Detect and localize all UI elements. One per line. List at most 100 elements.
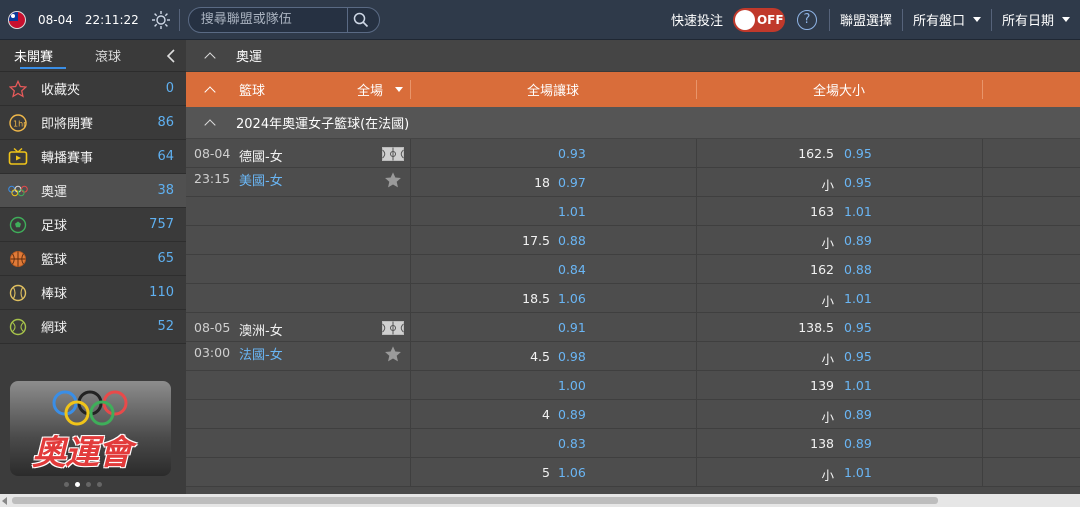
search-icon[interactable] [346, 7, 375, 32]
flag-icon[interactable] [8, 10, 26, 29]
favorite-star-icon[interactable] [384, 171, 402, 189]
handicap-odds[interactable]: 0.93 [558, 146, 586, 161]
baseball-icon [8, 283, 28, 303]
handicap-odds[interactable]: 1.06 [558, 291, 586, 306]
total-odds[interactable]: 0.89 [844, 407, 872, 422]
sport-label: 籃球 [239, 84, 266, 99]
all-markets-dropdown[interactable]: 所有盤口 [901, 8, 991, 31]
match-list: 0.93 162.5 0.95 18 0.97 小 0.95 1.01 163 1.01 17.5 0… [186, 139, 1080, 487]
quick-bet-toggle[interactable]: OFF [732, 7, 785, 32]
favorite-star-icon[interactable] [384, 345, 402, 363]
column-divider [696, 458, 697, 486]
total-odds[interactable]: 1.01 [844, 465, 872, 480]
banner-pagination [64, 482, 102, 487]
total-odds[interactable]: 0.89 [844, 436, 872, 451]
pagination-dot-active[interactable] [75, 482, 80, 487]
sidebar-item-olympics[interactable]: 奧運 38 [0, 174, 186, 208]
current-time: 22:11:22 [84, 12, 139, 27]
match-info[interactable]: 08-05 03:00 澳洲-女 法國-女 [186, 313, 410, 371]
olympics-banner[interactable]: 奧運會 [10, 381, 171, 476]
match-info[interactable]: 08-04 23:15 德國-女 美國-女 [186, 139, 410, 197]
collapse-sidebar-icon[interactable] [156, 40, 186, 72]
total-line: 163 [810, 204, 834, 219]
sidebar-item-count: 65 [157, 251, 174, 266]
app-root: 08-04 22:11:22 快速投注 OFF ? 聯盟選擇 所有盤口 所有日期 [0, 0, 1080, 507]
court-icon[interactable] [382, 321, 404, 335]
market-header-bar: 籃球 全場 全場讓球 全場大小 [186, 72, 1080, 107]
total-odds[interactable]: 0.95 [844, 349, 872, 364]
sidebar-item-starting-soon[interactable]: 1hr 即將開賽 86 [0, 106, 186, 140]
handicap-odds[interactable]: 0.97 [558, 175, 586, 190]
league-select-button[interactable]: 聯盟選擇 [828, 8, 902, 31]
chevron-up-icon[interactable] [204, 85, 216, 98]
handicap-line: 18.5 [522, 291, 550, 306]
all-dates-dropdown[interactable]: 所有日期 [990, 8, 1080, 31]
sidebar-item-baseball[interactable]: 棒球 110 [0, 276, 186, 310]
column-divider [696, 284, 697, 312]
handicap-odds[interactable]: 0.89 [558, 407, 586, 422]
sidebar-item-tennis[interactable]: 網球 52 [0, 310, 186, 344]
sidebar-item-favorites[interactable]: 收藏夾 0 [0, 72, 186, 106]
olympic-rings-icon [8, 181, 28, 201]
sidebar-item-basketball[interactable]: 籃球 65 [0, 242, 186, 276]
sidebar-item-broadcast[interactable]: 轉播賽事 64 [0, 140, 186, 174]
total-odds[interactable]: 1.01 [844, 291, 872, 306]
handicap-odds[interactable]: 0.91 [558, 320, 586, 335]
league-select-label: 聯盟選擇 [839, 14, 892, 29]
tab-live[interactable]: 滾球 [81, 40, 135, 72]
match-block: 0.93 162.5 0.95 18 0.97 小 0.95 1.01 163 1.01 17.5 0… [186, 139, 1080, 313]
handicap-odds[interactable]: 1.06 [558, 465, 586, 480]
section-header[interactable]: 奧運 [186, 40, 1080, 72]
sidebar-item-count: 38 [157, 183, 174, 198]
scroll-left-icon[interactable] [2, 497, 7, 505]
odds-row: 18.5 1.06 小 1.01 [186, 284, 1080, 313]
column-divider [410, 371, 411, 399]
theme-sun-icon[interactable] [149, 8, 173, 32]
total-odds[interactable]: 1.01 [844, 378, 872, 393]
pagination-dot[interactable] [86, 482, 91, 487]
search-box[interactable] [187, 6, 380, 33]
handicap-odds[interactable]: 0.98 [558, 349, 586, 364]
handicap-odds[interactable]: 1.00 [558, 378, 586, 393]
court-icon[interactable] [382, 147, 404, 161]
top-bar: 08-04 22:11:22 快速投注 OFF ? 聯盟選擇 所有盤口 所有日期 [0, 0, 1080, 40]
total-line: 139 [810, 378, 834, 393]
soccer-ball-icon [8, 215, 28, 235]
league-header[interactable]: 2024年奧運女子籃球(在法國) [186, 107, 1080, 139]
search-input[interactable] [200, 12, 347, 27]
scrollbar-thumb[interactable] [12, 497, 938, 504]
pagination-dot[interactable] [64, 482, 69, 487]
column-divider [982, 371, 983, 399]
col-header-handicap: 全場讓球 [526, 84, 579, 99]
handicap-odds[interactable]: 1.01 [558, 204, 586, 219]
chevron-up-icon[interactable] [204, 51, 216, 64]
period-dropdown[interactable]: 全場 [357, 80, 404, 99]
column-divider [410, 255, 411, 283]
total-line: 138.5 [798, 320, 834, 335]
total-odds[interactable]: 0.89 [844, 233, 872, 248]
handicap-line: 4 [542, 407, 550, 422]
column-divider [696, 197, 697, 225]
sidebar-item-soccer[interactable]: 足球 757 [0, 208, 186, 242]
clock-1hr-icon: 1hr [8, 113, 28, 133]
home-team: 德國-女 [239, 150, 283, 165]
total-odds[interactable]: 0.88 [844, 262, 872, 277]
chevron-up-icon[interactable] [204, 118, 216, 131]
column-divider [982, 342, 983, 370]
sidebar-item-count: 0 [165, 81, 174, 96]
handicap-odds[interactable]: 0.88 [558, 233, 586, 248]
column-divider [696, 255, 697, 283]
help-icon[interactable]: ? [796, 9, 817, 30]
column-divider [410, 168, 411, 196]
pagination-dot[interactable] [97, 482, 102, 487]
horizontal-scrollbar[interactable] [0, 494, 1080, 507]
total-odds[interactable]: 1.01 [844, 204, 872, 219]
tennis-ball-icon [8, 317, 28, 337]
tab-upcoming[interactable]: 未開賽 [0, 40, 67, 72]
total-odds[interactable]: 0.95 [844, 320, 872, 335]
handicap-odds[interactable]: 0.83 [558, 436, 586, 451]
total-odds[interactable]: 0.95 [844, 146, 872, 161]
away-team: 法國-女 [239, 348, 283, 363]
handicap-odds[interactable]: 0.84 [558, 262, 586, 277]
total-odds[interactable]: 0.95 [844, 175, 872, 190]
